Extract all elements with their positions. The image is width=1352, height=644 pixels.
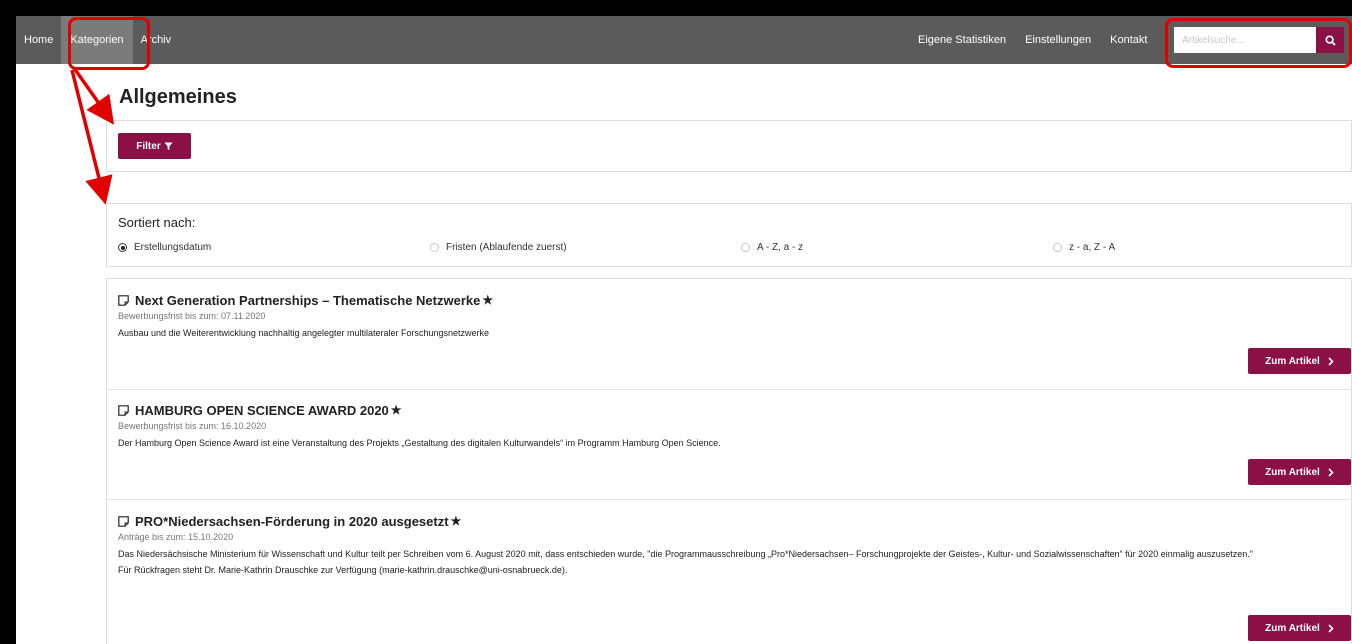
sort-option-fristen[interactable]: Fristen (Ablaufende zuerst) bbox=[430, 242, 567, 253]
article-description: Der Hamburg Open Science Award ist eine … bbox=[118, 438, 721, 448]
zum-artikel-button[interactable]: Zum Artikel bbox=[1248, 615, 1351, 641]
nav-einstellungen[interactable]: Einstellungen bbox=[1016, 16, 1101, 64]
page-title: Allgemeines bbox=[119, 86, 237, 108]
article-title-row[interactable]: PRO*Niedersachsen-Förderung in 2020 ausg… bbox=[118, 512, 1344, 530]
sort-panel: Sortiert nach: Erstellungsdatum Fristen … bbox=[106, 203, 1352, 267]
sort-option-a-z[interactable]: A - Z, a - z bbox=[741, 242, 803, 253]
article-title-row[interactable]: HAMBURG OPEN SCIENCE AWARD 2020 ★ bbox=[118, 401, 1344, 419]
radio-unchecked-icon bbox=[430, 243, 439, 252]
nav-home[interactable]: Home bbox=[16, 16, 61, 64]
zum-artikel-button[interactable]: Zum Artikel bbox=[1248, 459, 1351, 485]
search-box bbox=[1174, 27, 1344, 53]
sort-option-label: Fristen (Ablaufende zuerst) bbox=[446, 242, 567, 253]
magnifier-icon bbox=[1324, 34, 1336, 46]
nav-kontakt[interactable]: Kontakt bbox=[1101, 16, 1157, 64]
top-navbar: Home Kategorien Archiv Eigene Statistike… bbox=[16, 16, 1352, 64]
sort-option-erstellungsdatum[interactable]: Erstellungsdatum bbox=[118, 242, 211, 253]
star-icon[interactable]: ★ bbox=[391, 403, 402, 417]
chevron-right-icon bbox=[1328, 623, 1334, 633]
chevron-right-icon bbox=[1328, 467, 1334, 477]
search-button[interactable] bbox=[1316, 27, 1344, 53]
document-icon bbox=[118, 404, 129, 416]
article-title-row[interactable]: Next Generation Partnerships – Thematisc… bbox=[118, 291, 1344, 309]
article-title: PRO*Niedersachsen-Förderung in 2020 ausg… bbox=[135, 513, 449, 529]
nav-right-group: Eigene Statistiken Einstellungen Kontakt bbox=[909, 16, 1157, 64]
article-divider bbox=[107, 499, 1352, 500]
sort-option-label: z - a, Z - A bbox=[1069, 242, 1116, 253]
article-item: HAMBURG OPEN SCIENCE AWARD 2020 ★ Bewerb… bbox=[118, 401, 1351, 496]
article-list: Next Generation Partnerships – Thematisc… bbox=[106, 278, 1352, 644]
article-deadline: Bewerbungsfrist bis zum: 16.10.2020 bbox=[118, 421, 267, 431]
browser-viewport: Home Kategorien Archiv Eigene Statistike… bbox=[16, 16, 1352, 644]
article-description: Ausbau und die Weiterentwicklung nachhal… bbox=[118, 328, 490, 338]
radio-unchecked-icon bbox=[741, 243, 750, 252]
sort-title: Sortiert nach: bbox=[118, 215, 196, 230]
radio-unchecked-icon bbox=[1053, 243, 1062, 252]
star-icon[interactable]: ★ bbox=[482, 293, 493, 307]
arrow-to-filter bbox=[70, 69, 113, 205]
zum-artikel-button[interactable]: Zum Artikel bbox=[1248, 348, 1351, 374]
search-input[interactable] bbox=[1174, 27, 1316, 53]
zum-artikel-label: Zum Artikel bbox=[1265, 355, 1320, 367]
article-deadline: Bewerbungsfrist bis zum: 07.11.2020 bbox=[118, 311, 266, 321]
document-icon bbox=[118, 294, 129, 306]
sort-option-z-a[interactable]: z - a, Z - A bbox=[1053, 242, 1115, 253]
nav-eigene-statistiken[interactable]: Eigene Statistiken bbox=[909, 16, 1016, 64]
article-title: Next Generation Partnerships – Thematisc… bbox=[135, 292, 481, 308]
arrow-to-title bbox=[72, 66, 115, 125]
article-description: Das Niedersächsische Ministerium für Wis… bbox=[118, 549, 1253, 559]
filter-panel: Filter bbox=[106, 120, 1352, 172]
radio-checked-icon bbox=[118, 243, 127, 252]
article-contact-note: Für Rückfragen steht Dr. Marie-Kathrin D… bbox=[118, 565, 568, 575]
zum-artikel-label: Zum Artikel bbox=[1265, 466, 1320, 478]
funnel-icon bbox=[164, 141, 173, 150]
star-icon[interactable]: ★ bbox=[451, 514, 462, 528]
sort-option-label: Erstellungsdatum bbox=[134, 242, 212, 253]
chevron-right-icon bbox=[1328, 356, 1334, 366]
article-deadline: Anträge bis zum: 15.10.2020 bbox=[118, 532, 234, 542]
article-divider bbox=[107, 389, 1352, 390]
zum-artikel-label: Zum Artikel bbox=[1265, 622, 1320, 634]
document-icon bbox=[118, 515, 129, 527]
article-item: Next Generation Partnerships – Thematisc… bbox=[118, 291, 1351, 386]
nav-archiv[interactable]: Archiv bbox=[133, 16, 180, 64]
filter-button[interactable]: Filter bbox=[118, 133, 191, 159]
nav-left-group: Home Kategorien Archiv bbox=[16, 16, 179, 64]
article-title: HAMBURG OPEN SCIENCE AWARD 2020 bbox=[135, 402, 389, 418]
nav-kategorien[interactable]: Kategorien bbox=[61, 16, 133, 64]
sort-option-label: A - Z, a - z bbox=[757, 242, 804, 253]
article-item: PRO*Niedersachsen-Förderung in 2020 ausg… bbox=[118, 512, 1351, 644]
filter-button-label: Filter bbox=[136, 140, 161, 152]
